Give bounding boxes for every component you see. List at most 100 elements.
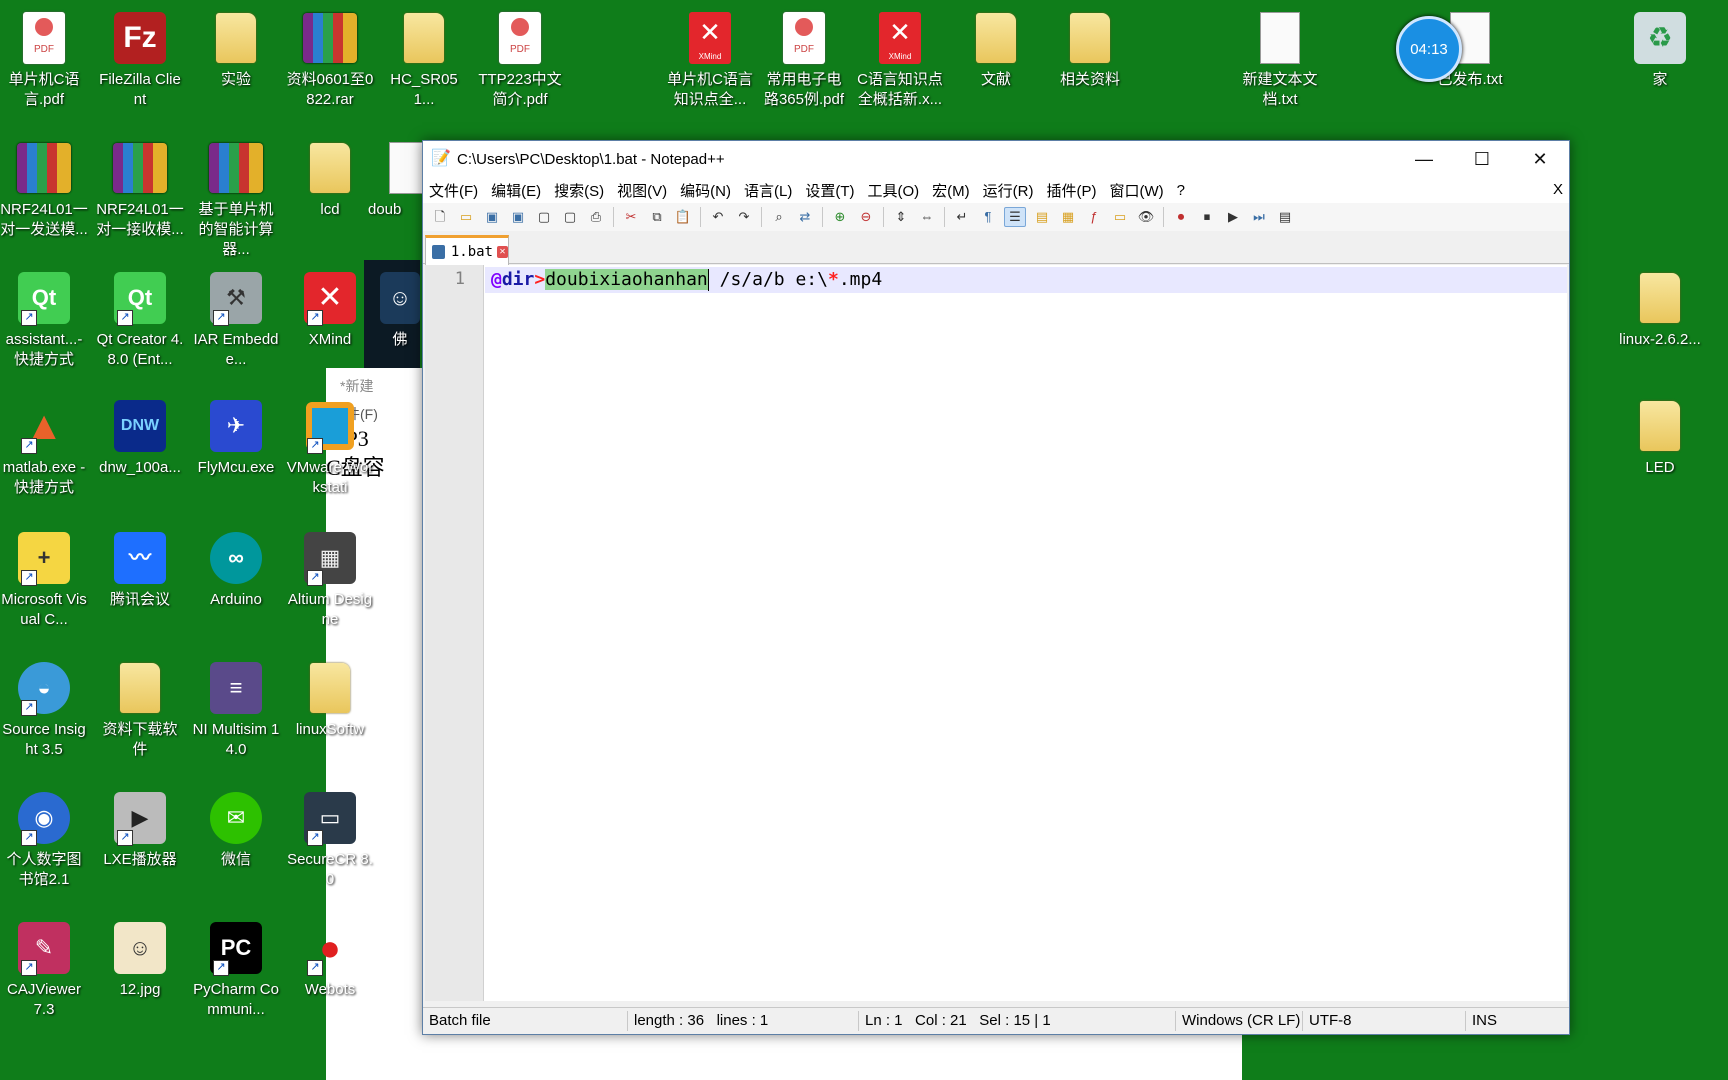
desktop-icon[interactable]: ∞ Arduino bbox=[192, 530, 280, 610]
desktop-icon[interactable]: 资料0601至0822.rar bbox=[286, 10, 374, 110]
record-macro-icon[interactable]: ⏺ bbox=[1171, 208, 1191, 226]
code-line[interactable]: @dir>doubixiaohanhan /s/a/b e:\*.mp4 bbox=[491, 268, 882, 292]
desktop-icon[interactable]: ▦ ↗ Altium Designe bbox=[286, 530, 374, 630]
menu-edit[interactable]: 编辑(E) bbox=[485, 180, 548, 201]
sync-vertical-icon[interactable]: ⇕ bbox=[891, 208, 911, 226]
copy-icon[interactable]: ⧉ bbox=[647, 208, 667, 226]
desktop-icon[interactable]: 〰腾讯会议 bbox=[96, 530, 184, 610]
find-icon[interactable]: ⌕ bbox=[769, 208, 789, 226]
menu-plugins[interactable]: 插件(P) bbox=[1040, 180, 1103, 201]
desktop-icon[interactable]: ▲ ↗ matlab.exe - 快捷方式 bbox=[0, 398, 88, 498]
clock-widget[interactable]: 04:13 bbox=[1396, 16, 1462, 82]
folder-as-workspace-icon[interactable]: ▭ bbox=[1110, 208, 1130, 226]
desktop-icon[interactable]: ▶ ↗ LXE播放器 bbox=[96, 790, 184, 870]
desktop-icon[interactable]: DNW dnw_100a... bbox=[96, 398, 184, 478]
menu-language[interactable]: 语言(L) bbox=[738, 180, 799, 201]
run-macro-multiple-icon[interactable]: ⏭ bbox=[1249, 208, 1269, 226]
desktop-icon[interactable]: linuxSoftw bbox=[286, 660, 374, 740]
open-file-icon[interactable]: ▭ bbox=[456, 208, 476, 226]
desktop-icon[interactable]: ☺ 佛 bbox=[378, 270, 422, 350]
tab-1-bat[interactable]: 1.bat ✕ bbox=[425, 235, 509, 266]
menu-run[interactable]: 运行(R) bbox=[977, 180, 1041, 201]
sync-horizontal-icon[interactable]: ⇔ bbox=[917, 208, 937, 226]
menu-encoding[interactable]: 编码(N) bbox=[674, 180, 738, 201]
close-file-icon[interactable]: ▢ bbox=[534, 208, 554, 226]
desktop-icon[interactable]: linux-2.6.2... bbox=[1616, 270, 1704, 350]
desktop-icon[interactable]: + ↗ Microsoft Visual C... bbox=[0, 530, 88, 630]
desktop-icon[interactable]: lcd bbox=[286, 140, 374, 220]
desktop-icon[interactable]: ✉ 微信 bbox=[192, 790, 280, 870]
desktop-icon[interactable]: ✈ FlyMcu.exe bbox=[192, 398, 280, 478]
desktop-icon[interactable]: ☺ 12.jpg bbox=[96, 920, 184, 1000]
close-document-button[interactable]: X bbox=[1553, 181, 1563, 198]
notepad-plus-plus-window[interactable]: 📝 C:\Users\PC\Desktop\1.bat - Notepad++ … bbox=[422, 140, 1570, 1035]
desktop-icon[interactable]: 实验 bbox=[192, 10, 280, 90]
desktop-icon[interactable]: PDF 单片机C语言.pdf bbox=[0, 10, 88, 110]
zoom-in-icon[interactable]: ⊕ bbox=[830, 208, 850, 226]
desktop-icon[interactable]: Qt ↗ assistant...- 快捷方式 bbox=[0, 270, 88, 370]
new-file-icon[interactable]: 🗋 bbox=[430, 208, 450, 226]
redo-icon[interactable]: ↷ bbox=[734, 208, 754, 226]
user-defined-language-icon[interactable]: ▤ bbox=[1032, 208, 1052, 226]
desktop-icon[interactable]: 基于单片机的智能计算器... bbox=[192, 140, 280, 260]
undo-icon[interactable]: ↶ bbox=[708, 208, 728, 226]
document-map-icon[interactable]: ▦ bbox=[1058, 208, 1078, 226]
function-list-icon[interactable]: ƒ bbox=[1084, 208, 1104, 226]
desktop-icon[interactable]: PDF 常用电子电路365例.pdf bbox=[760, 10, 848, 110]
print-icon[interactable]: ⎙ bbox=[586, 208, 606, 226]
desktop-icon[interactable]: ✎ ↗ CAJViewer 7.3 bbox=[0, 920, 88, 1020]
menu-settings[interactable]: 设置(T) bbox=[799, 180, 861, 201]
status-eol[interactable]: Windows (CR LF) bbox=[1176, 1011, 1303, 1031]
menu-macro[interactable]: 宏(M) bbox=[926, 180, 977, 201]
editor-area[interactable]: 1 @dir>doubixiaohanhan /s/a/b e:\*.mp4 bbox=[425, 265, 1567, 1001]
save-icon[interactable]: ▣ bbox=[482, 208, 502, 226]
menu-window[interactable]: 窗口(W) bbox=[1103, 180, 1170, 201]
word-wrap-icon[interactable]: ↵ bbox=[952, 208, 972, 226]
playback-macro-icon[interactable]: ▶ bbox=[1223, 208, 1243, 226]
monitoring-icon[interactable]: 👁 bbox=[1136, 208, 1156, 226]
cut-icon[interactable]: ✂ bbox=[621, 208, 641, 226]
desktop-icon[interactable]: NRF24L01一对一发送模... bbox=[0, 140, 88, 240]
desktop-icon[interactable]: 新建文本文档.txt bbox=[1236, 10, 1324, 110]
desktop-icon[interactable]: LED bbox=[1616, 398, 1704, 478]
show-all-characters-icon[interactable]: ¶ bbox=[978, 208, 998, 226]
desktop-icon[interactable]: 文献 bbox=[952, 10, 1040, 90]
menu-help[interactable]: ? bbox=[1171, 182, 1192, 199]
desktop-icon[interactable]: ✕ XMind C语言知识点全概括新.x... bbox=[856, 10, 944, 110]
desktop-icon[interactable]: 相关资料 bbox=[1046, 10, 1134, 90]
minimize-button[interactable]: — bbox=[1395, 141, 1453, 177]
desktop-icon[interactable]: HC_SR051... bbox=[380, 10, 468, 110]
desktop-icon[interactable]: ♻ 家 bbox=[1616, 10, 1704, 90]
menu-file[interactable]: 文件(F) bbox=[423, 180, 485, 201]
desktop-icon[interactable]: 资料下载软件 bbox=[96, 660, 184, 760]
desktop-icon[interactable]: ● ↗ Webots bbox=[286, 920, 374, 1000]
desktop-icon[interactable]: Qt ↗ Qt Creator 4.8.0 (Ent... bbox=[96, 270, 184, 370]
maximize-button[interactable]: ☐ bbox=[1453, 141, 1511, 177]
save-macro-icon[interactable]: ▤ bbox=[1275, 208, 1295, 226]
desktop-icon[interactable]: NRF24L01一对一接收模... bbox=[96, 140, 184, 240]
zoom-out-icon[interactable]: ⊖ bbox=[856, 208, 876, 226]
close-all-icon[interactable]: ▢ bbox=[560, 208, 580, 226]
desktop-icon[interactable]: ≡ NI Multisim 14.0 bbox=[192, 660, 280, 760]
paste-icon[interactable]: 📋 bbox=[673, 208, 693, 226]
selected-text[interactable]: doubixiaohanhan bbox=[545, 269, 708, 290]
desktop-icon[interactable]: PC ↗ PyCharm Communi... bbox=[192, 920, 280, 1020]
desktop-icon[interactable]: ◉ ↗ 个人数字图书馆2.1 bbox=[0, 790, 88, 890]
desktop-icon[interactable]: ⚒ ↗ IAR Embedde... bbox=[192, 270, 280, 370]
desktop-icon[interactable]: Fz FileZilla Client bbox=[96, 10, 184, 110]
tab-close-icon[interactable]: ✕ bbox=[497, 246, 508, 258]
close-button[interactable]: ✕ bbox=[1511, 141, 1569, 177]
replace-icon[interactable]: ⇄ bbox=[795, 208, 815, 226]
desktop-icon[interactable]: PDF TTP223中文简介.pdf bbox=[476, 10, 564, 110]
menu-tools[interactable]: 工具(O) bbox=[861, 180, 926, 201]
save-all-icon[interactable]: ▣ bbox=[508, 208, 528, 226]
desktop-icon[interactable]: ↗ VMware Workstati bbox=[286, 398, 374, 498]
desktop-icon[interactable]: doub bbox=[368, 140, 429, 220]
desktop-icon[interactable]: ▭ ↗ SecureCR 8.0 bbox=[286, 790, 374, 890]
title-bar[interactable]: 📝 C:\Users\PC\Desktop\1.bat - Notepad++ … bbox=[423, 141, 1569, 177]
desktop-icon[interactable]: ◒ ↗ Source Insight 3.5 bbox=[0, 660, 88, 760]
status-encoding[interactable]: UTF-8 bbox=[1303, 1011, 1466, 1031]
stop-recording-icon[interactable]: ⏹ bbox=[1197, 208, 1217, 226]
indent-guide-icon[interactable]: ☰ bbox=[1004, 207, 1026, 227]
desktop-icon[interactable]: ✕ XMind 单片机C语言知识点全... bbox=[666, 10, 754, 110]
